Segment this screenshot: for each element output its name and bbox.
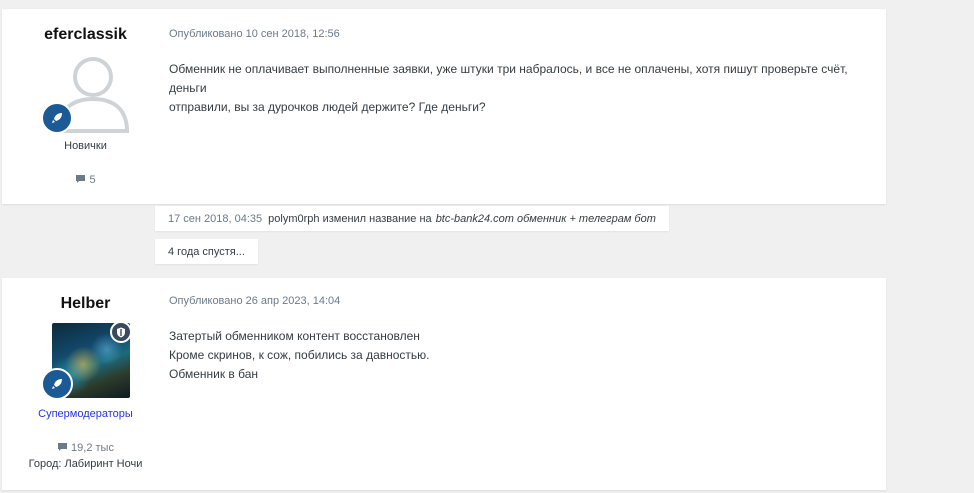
author-panel: Helber Супермодераторы 19,2 тыс Город: Л… bbox=[2, 278, 169, 490]
post-text-line: Обменник в бан bbox=[169, 367, 259, 381]
post-text-line: отправили, вы за дурочков людей держите?… bbox=[169, 100, 486, 114]
author-location: Город: Лабиринт Ночи bbox=[28, 458, 143, 470]
author-post-count[interactable]: 19,2 тыс bbox=[2, 442, 169, 454]
post-date[interactable]: Опубликовано 10 сен 2018, 12:56 bbox=[169, 28, 340, 40]
post-1: eferclassik Новички 5 Опубликовано 10 се… bbox=[2, 9, 886, 204]
comment-icon bbox=[58, 443, 68, 451]
author-post-count-value: 19,2 тыс bbox=[71, 442, 114, 454]
post-2: Helber Супермодераторы 19,2 тыс Город: Л… bbox=[2, 278, 886, 490]
post-text-line: Обменник не оплачивает выполненные заявк… bbox=[169, 62, 848, 95]
author-group: Супермодераторы bbox=[38, 408, 133, 420]
rocket-icon bbox=[41, 368, 73, 400]
event-user[interactable]: polym0rph bbox=[268, 213, 319, 225]
title-change-event: 17 сен 2018, 04:35 polym0rph изменил наз… bbox=[155, 206, 669, 231]
author-name-link[interactable]: Helber bbox=[2, 295, 169, 313]
post-text-line: Кроме скринов, к сож, побились за давнос… bbox=[169, 348, 430, 362]
author-group: Новички bbox=[64, 140, 107, 152]
post-content: Затертый обменником контент восстановлен… bbox=[169, 327, 869, 384]
event-action: изменил название на bbox=[322, 212, 432, 225]
event-new-title: btc-bank24.com обменник + телеграм бот bbox=[435, 212, 656, 225]
author-post-count[interactable]: 5 bbox=[2, 174, 169, 186]
post-date[interactable]: Опубликовано 26 апр 2023, 14:04 bbox=[169, 295, 340, 307]
author-post-count-value: 5 bbox=[89, 174, 96, 186]
post-content: Обменник не оплачивает выполненные заявк… bbox=[169, 60, 869, 117]
shield-icon bbox=[110, 321, 132, 343]
author-name-link[interactable]: eferclassik bbox=[2, 26, 169, 44]
rocket-icon bbox=[41, 102, 73, 134]
author-panel: eferclassik Новички 5 bbox=[2, 9, 169, 204]
post-text-line: Затертый обменником контент восстановлен bbox=[169, 329, 420, 343]
comment-icon bbox=[76, 175, 86, 183]
event-date[interactable]: 17 сен 2018, 04:35 bbox=[168, 213, 262, 225]
time-gap-separator: 4 года спустя... bbox=[155, 239, 258, 264]
